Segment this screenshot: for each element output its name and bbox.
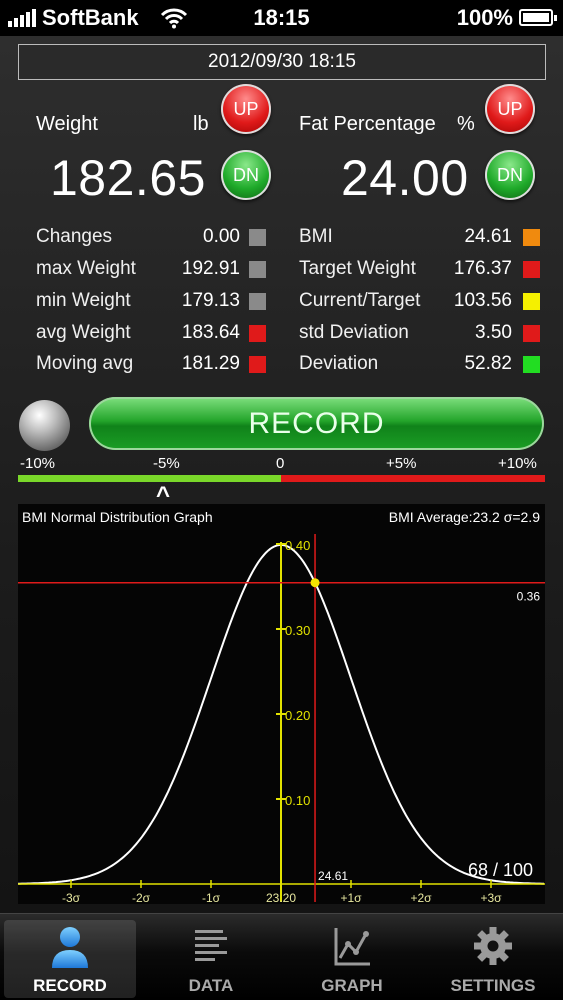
tab-label: DATA [188,976,234,995]
person-icon [52,927,88,968]
scale-label: 0 [276,455,285,472]
fat-percentage-label: Fat Percentage [299,113,436,135]
x-tick-label: +1σ [340,891,362,904]
weight-up-button[interactable]: UP [221,84,271,134]
stat-value: 52.82 [464,353,512,374]
stat-value: 176.37 [453,258,512,279]
battery-percent: 100% [456,5,513,30]
weight-unit: lb [193,113,209,135]
x-tick-label: 23.20 [266,891,296,904]
tab-label: SETTINGS [450,976,536,995]
stat-value: 179.13 [181,290,240,311]
x-tick-label: -1σ [202,891,221,904]
stat-value: 3.50 [475,322,512,343]
date-time-selector[interactable]: 2012/09/30 18:15 [18,44,546,80]
y-tick-label: 0.10 [285,793,310,808]
current-density-label: 0.36 [517,590,541,604]
fat-down-button[interactable]: DN [485,150,535,200]
graph-title: BMI Normal Distribution Graph [22,509,213,525]
stat-label: Moving avg [36,353,134,374]
tab-data[interactable]: DATA [145,920,277,998]
fat-value: 24.00 [341,150,469,206]
record-button[interactable]: RECORD [89,397,544,450]
color-swatch [249,261,266,278]
color-swatch [249,293,266,310]
status-bar: SoftBank 18:15 100% [0,0,563,36]
bmi-distribution-graph: 0.40 0.30 0.20 0.10 -3σ -2σ -1σ 23.20 +1σ +2σ +3σ 0… [18,504,545,904]
color-swatch [249,356,266,373]
graph-icon [334,928,370,966]
color-swatch [523,293,540,310]
deviation-bar-over [281,475,545,482]
stat-label: Target Weight [299,258,416,279]
stat-label: BMI [299,226,333,247]
stat-label: Current/Target [299,290,421,311]
tab-record[interactable]: RECORD [4,920,136,998]
gear-icon [474,927,512,965]
scale-label: +5% [386,455,417,472]
stat-value: 181.29 [181,353,240,374]
color-swatch [523,229,540,246]
record-screen: 2012/09/30 18:15 Weight lb UP DN 182.65 … [0,36,563,913]
stat-value: 24.61 [464,226,512,247]
stat-value: 103.56 [453,290,512,311]
x-tick-label: -2σ [132,891,151,904]
tab-label: GRAPH [321,976,383,995]
stat-label: max Weight [36,258,136,279]
list-icon [195,930,227,961]
battery-icon [519,9,557,26]
color-swatch [523,261,540,278]
weight-down-button[interactable]: DN [221,150,271,200]
y-tick-label: 0.20 [285,708,310,723]
stat-label: avg Weight [36,322,131,343]
tab-settings[interactable]: SETTINGS [427,920,559,998]
weight-label: Weight [36,113,98,135]
graph-average-text: BMI Average:23.2 σ=2.9 [389,509,540,525]
stat-value: 0.00 [203,226,240,247]
x-tick-label: -3σ [62,891,81,904]
stat-label: Deviation [299,353,379,374]
stat-label: min Weight [36,290,131,311]
scale-label: +10% [498,455,537,472]
deviation-bar-under [18,475,281,482]
color-swatch [523,356,540,373]
graph-rank: 68 / 100 [468,860,533,880]
color-swatch [249,229,266,246]
current-bmi-point [310,578,320,588]
current-bmi-label: 24.61 [318,869,348,883]
scale-label: -5% [153,455,180,472]
color-swatch [523,325,540,342]
tab-label: RECORD [33,976,107,995]
status-indicator-light [19,400,70,451]
tab-bar: RECORD DATA GRAPH SETTINGS [0,913,563,1000]
y-tick-label: 0.40 [285,538,310,553]
stat-value: 192.91 [181,258,240,279]
x-tick-label: +2σ [410,891,432,904]
weight-value: 182.65 [50,150,206,206]
scale-label: -10% [20,455,56,472]
stat-label: Changes [36,226,113,247]
fat-unit: % [457,113,475,135]
tab-graph[interactable]: GRAPH [286,920,418,998]
stat-label: std Deviation [299,322,409,343]
stat-value: 183.64 [181,322,240,343]
x-tick-label: +3σ [480,891,502,904]
fat-up-button[interactable]: UP [485,84,535,134]
y-tick-label: 0.30 [285,623,310,638]
color-swatch [249,325,266,342]
